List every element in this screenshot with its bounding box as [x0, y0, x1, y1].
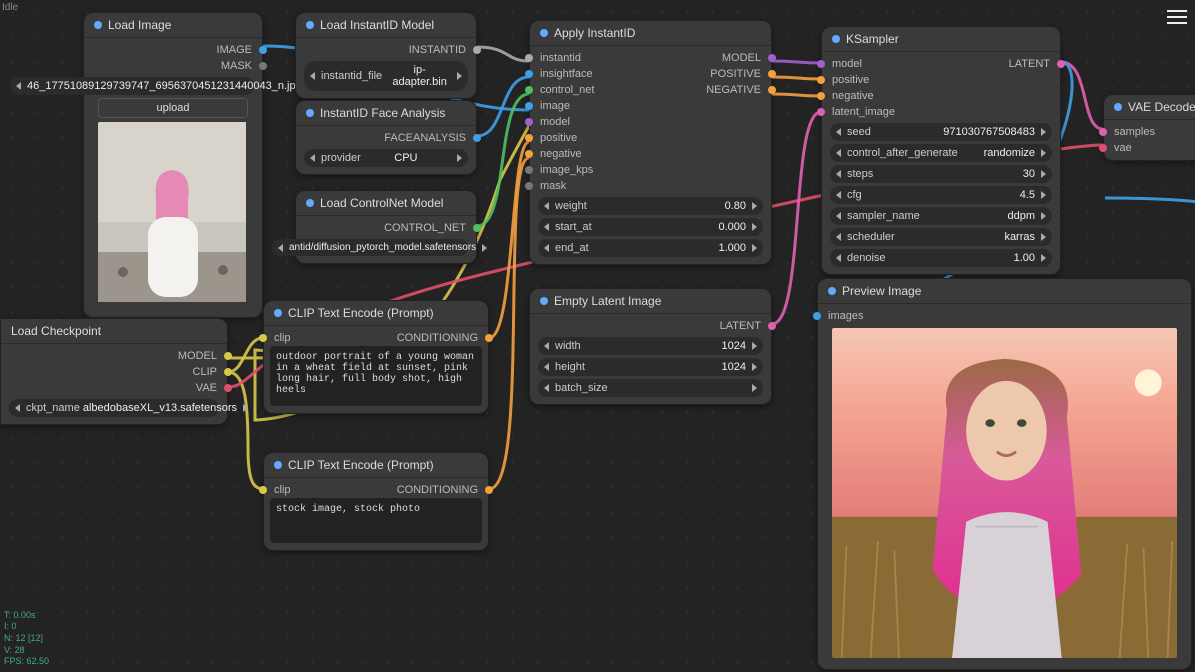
hamburger-icon[interactable]: [1167, 6, 1187, 28]
weight-widget[interactable]: weight0.80: [538, 197, 763, 215]
out-mask[interactable]: MASK: [90, 58, 256, 74]
output-image: [832, 328, 1177, 658]
in-image[interactable]: image: [536, 98, 765, 114]
provider-selector[interactable]: providerCPU: [304, 149, 468, 167]
in-positive[interactable]: positive: [536, 130, 765, 146]
node-title: KSampler: [846, 32, 899, 46]
node-clip-positive[interactable]: CLIP Text Encode (Prompt) clip CONDITION…: [263, 300, 489, 414]
node-dot: [306, 199, 314, 207]
in-samples[interactable]: samples: [1110, 124, 1195, 140]
end-at-widget[interactable]: end_at1.000: [538, 239, 763, 257]
sampler-widget[interactable]: sampler_nameddpm: [830, 207, 1052, 225]
node-title: Load ControlNet Model: [320, 196, 443, 210]
in-negative[interactable]: negative: [828, 88, 1054, 104]
positive-prompt[interactable]: [270, 346, 482, 406]
node-title: Load InstantID Model: [320, 18, 434, 32]
loaded-image-preview: [98, 122, 248, 305]
in-positive[interactable]: positive: [828, 72, 1054, 88]
out-latent[interactable]: LATENT: [536, 318, 765, 334]
node-dot: [540, 297, 548, 305]
start-at-widget[interactable]: start_at0.000: [538, 218, 763, 236]
denoise-widget[interactable]: denoise1.00: [830, 249, 1052, 267]
node-load-checkpoint[interactable]: Load Checkpoint MODEL CLIP VAE ckpt_name…: [0, 318, 228, 425]
out-clip[interactable]: CLIP: [7, 364, 221, 380]
node-title: CLIP Text Encode (Prompt): [288, 458, 434, 472]
image-file-selector[interactable]: 46_17751089129739747_6956370451231440043…: [10, 77, 254, 95]
in-image-kps[interactable]: image_kps: [536, 162, 765, 178]
status-text: Idle: [2, 2, 18, 13]
in-vae[interactable]: vae: [1110, 140, 1195, 156]
out-latent[interactable]: LATENT: [1005, 56, 1054, 72]
node-face-analysis[interactable]: InstantID Face Analysis FACEANALYSIS pro…: [295, 100, 477, 175]
node-title: Preview Image: [842, 284, 921, 298]
node-title: Load Checkpoint: [11, 324, 101, 338]
node-load-image[interactable]: Load Image IMAGE MASK 46_177510891297397…: [83, 12, 263, 318]
seed-widget[interactable]: seed971030767508483: [830, 123, 1052, 141]
out-vae[interactable]: VAE: [7, 380, 221, 396]
node-dot: [306, 109, 314, 117]
out-conditioning[interactable]: CONDITIONING: [393, 482, 482, 498]
out-model[interactable]: MODEL: [7, 348, 221, 364]
out-image[interactable]: IMAGE: [90, 42, 256, 58]
negative-prompt[interactable]: [270, 498, 482, 543]
in-clip[interactable]: clip: [270, 482, 295, 498]
node-title: Apply InstantID: [554, 26, 635, 40]
upload-button[interactable]: upload: [98, 98, 248, 118]
in-latent[interactable]: latent_image: [828, 104, 1054, 120]
cfg-widget[interactable]: cfg4.5: [830, 186, 1052, 204]
ckpt-selector[interactable]: ckpt_name albedobaseXL_v13.safetensors: [9, 399, 219, 417]
batch-widget[interactable]: batch_size: [538, 379, 763, 397]
out-negative[interactable]: NEGATIVE: [702, 82, 765, 98]
out-conditioning[interactable]: CONDITIONING: [393, 330, 482, 346]
node-preview-image[interactable]: Preview Image images: [817, 278, 1192, 670]
out-controlnet[interactable]: CONTROL_NET: [302, 220, 470, 236]
node-title: VAE Decode: [1128, 100, 1195, 114]
controlnet-file[interactable]: antid/diffusion_pytorch_model.safetensor…: [272, 239, 468, 256]
node-title: CLIP Text Encode (Prompt): [288, 306, 434, 320]
node-title: InstantID Face Analysis: [320, 106, 445, 120]
node-load-instantid[interactable]: Load InstantID Model INSTANTID instantid…: [295, 12, 477, 99]
node-title: Empty Latent Image: [554, 294, 661, 308]
node-ksampler[interactable]: KSampler model positive negative latent_…: [821, 26, 1061, 275]
node-empty-latent[interactable]: Empty Latent Image LATENT width1024 heig…: [529, 288, 772, 405]
steps-widget[interactable]: steps30: [830, 165, 1052, 183]
in-model[interactable]: model: [536, 114, 765, 130]
node-vae-decode[interactable]: VAE Decode samples vae: [1103, 94, 1195, 161]
in-negative[interactable]: negative: [536, 146, 765, 162]
width-widget[interactable]: width1024: [538, 337, 763, 355]
node-dot: [274, 461, 282, 469]
node-dot: [94, 21, 102, 29]
node-title: Load Image: [108, 18, 171, 32]
in-mask[interactable]: mask: [536, 178, 765, 194]
out-faceanalysis[interactable]: FACEANALYSIS: [302, 130, 470, 146]
node-clip-negative[interactable]: CLIP Text Encode (Prompt) clip CONDITION…: [263, 452, 489, 551]
cag-widget[interactable]: control_after_generaterandomize: [830, 144, 1052, 162]
instantid-file[interactable]: instantid_file ip-adapter.bin: [304, 61, 468, 91]
node-dot: [540, 29, 548, 37]
node-dot: [828, 287, 836, 295]
out-model[interactable]: MODEL: [702, 50, 765, 66]
node-apply-instantid[interactable]: Apply InstantID instantid insightface co…: [529, 20, 772, 265]
height-widget[interactable]: height1024: [538, 358, 763, 376]
in-images[interactable]: images: [824, 308, 1185, 324]
node-dot: [306, 21, 314, 29]
node-dot: [274, 309, 282, 317]
metrics: T: 0.00sI: 0 N: 12 [12]V: 28FPS: 62.50: [4, 610, 49, 668]
out-positive[interactable]: POSITIVE: [702, 66, 765, 82]
node-load-controlnet[interactable]: Load ControlNet Model CONTROL_NET antid/…: [295, 190, 477, 264]
node-dot: [832, 35, 840, 43]
node-dot: [1114, 103, 1122, 111]
in-clip[interactable]: clip: [270, 330, 295, 346]
scheduler-widget[interactable]: schedulerkarras: [830, 228, 1052, 246]
canvas[interactable]: Load Image IMAGE MASK 46_177510891297397…: [0, 0, 1195, 672]
out-instantid[interactable]: INSTANTID: [302, 42, 470, 58]
